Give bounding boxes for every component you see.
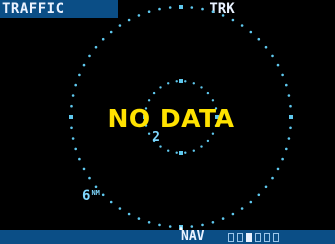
ring-dot (168, 6, 172, 9)
ring-dot (147, 99, 151, 102)
ring-dot (200, 86, 203, 89)
inner-ring-cardinal-tick (179, 151, 183, 155)
ring-dot (101, 193, 105, 197)
ring-dot (192, 82, 195, 85)
ring-dot (211, 10, 215, 13)
no-data-message: NO DATA (107, 104, 235, 133)
ring-dot (221, 14, 225, 17)
ring-dot (231, 212, 235, 216)
ring-dot (167, 149, 170, 152)
ring-dot (211, 99, 215, 102)
ring-dot (70, 104, 73, 108)
status-bar (0, 230, 335, 244)
ring-dot (206, 139, 210, 143)
ring-dot (71, 137, 75, 140)
ring-dot (152, 91, 156, 95)
ring-dot (190, 6, 194, 9)
ring-dot (88, 54, 91, 58)
page-segment-active (246, 233, 252, 242)
ring-dot (201, 223, 204, 227)
ring-dot (74, 147, 77, 151)
page-segment (237, 233, 243, 242)
ring-dot (78, 157, 81, 161)
outer-ring-cardinal-tick (69, 115, 73, 119)
ring-dot (175, 80, 178, 83)
ring-dot (167, 82, 170, 85)
ring-dot (271, 54, 274, 58)
ring-dot (271, 176, 274, 180)
traffic-page: TRAFFIC TRK NO DATA 2 6NM NAV (0, 0, 335, 244)
ring-dot (158, 223, 161, 227)
page-segment (264, 233, 270, 242)
page-segment (273, 233, 279, 242)
ring-dot (78, 73, 81, 77)
ring-dot (264, 45, 268, 49)
ring-dot (240, 24, 244, 27)
ring-dot (159, 86, 162, 89)
ring-dot (147, 10, 151, 13)
ring-dot (82, 167, 86, 171)
ring-dot (281, 157, 284, 161)
ring-dot (200, 145, 203, 148)
ring-dot (147, 221, 151, 224)
ring-dot (159, 145, 162, 148)
ring-dot (211, 221, 215, 224)
ring-dot (287, 137, 291, 140)
ring-dot (168, 225, 172, 228)
ring-dot (257, 37, 261, 41)
outer-ring-cardinal-tick (289, 115, 293, 119)
ring-dot (101, 37, 105, 41)
ring-dot (94, 45, 98, 49)
ring-dot (184, 80, 187, 83)
page-segment (228, 233, 234, 242)
range-unit-label: NM (91, 189, 100, 197)
ring-dot (257, 193, 261, 197)
inner-ring-cardinal-tick (179, 79, 183, 83)
ring-dot (190, 225, 194, 228)
nav-mode-label: NAV (181, 229, 205, 244)
ring-dot (127, 212, 131, 216)
ring-dot (109, 30, 113, 34)
ring-dot (276, 63, 280, 67)
ring-dot (264, 185, 268, 189)
ring-dot (206, 91, 210, 95)
ring-dot (88, 176, 91, 180)
ring-dot (289, 126, 292, 130)
ring-dot (249, 200, 253, 204)
inner-ring-range-label: 2 (152, 130, 160, 145)
ring-dot (94, 185, 98, 189)
ring-dot (276, 167, 280, 171)
ring-dot (82, 63, 86, 67)
ring-dot (71, 94, 75, 97)
ring-dot (127, 18, 131, 22)
ring-dot (118, 207, 122, 210)
ring-dot (249, 30, 253, 34)
ring-dot (118, 24, 122, 27)
page-segment (255, 233, 261, 242)
ring-dot (137, 14, 141, 17)
ring-dot (201, 7, 204, 11)
outer-ring-range-label: 6NM (82, 189, 100, 203)
ring-dot (184, 151, 187, 154)
outer-ring-range-value: 6 (82, 188, 91, 204)
ring-dot (221, 217, 225, 220)
ring-dot (281, 73, 284, 77)
ring-dot (137, 217, 141, 220)
ring-dot (175, 151, 178, 154)
ring-dot (70, 126, 73, 130)
ring-dot (240, 207, 244, 210)
page-group-indicator (228, 233, 279, 242)
ring-dot (285, 83, 288, 87)
ring-dot (287, 94, 291, 97)
ring-dot (289, 104, 292, 108)
ring-dot (109, 200, 113, 204)
ring-dot (231, 18, 235, 22)
ring-dot (74, 83, 77, 87)
ring-dot (158, 7, 161, 11)
ring-dot (285, 147, 288, 151)
ring-dot (192, 149, 195, 152)
outer-ring-cardinal-tick (179, 5, 183, 9)
